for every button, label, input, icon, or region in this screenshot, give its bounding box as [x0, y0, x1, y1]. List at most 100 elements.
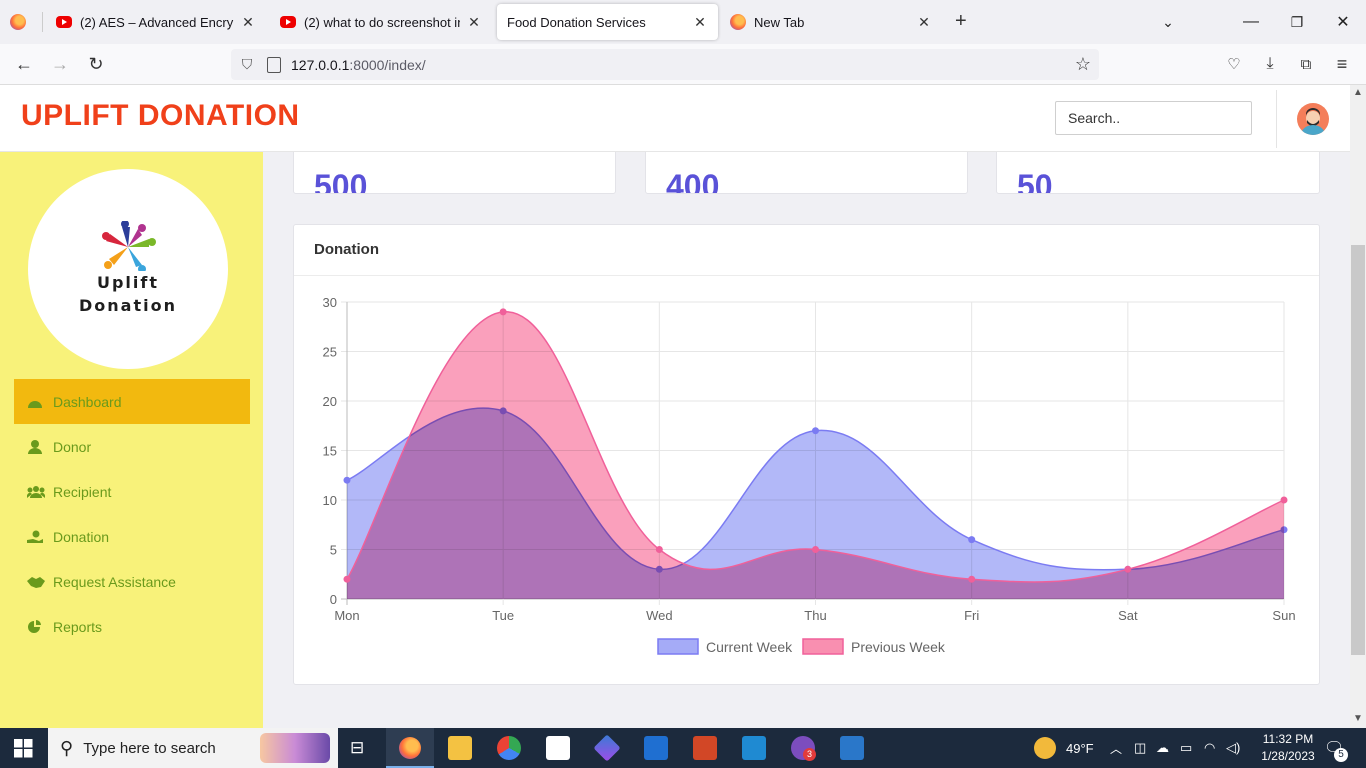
- legend-label: Current Week: [706, 639, 793, 655]
- y-tick-label: 0: [330, 592, 337, 607]
- viber-icon[interactable]: 3: [791, 736, 816, 761]
- logo-text-line1: Uplift: [96, 273, 160, 292]
- stat-value: 400: [666, 168, 720, 194]
- reload-icon[interactable]: ↻: [82, 50, 110, 78]
- restore-icon[interactable]: ❐: [1274, 0, 1320, 44]
- sidebar-item-recipient[interactable]: Recipient: [14, 469, 250, 514]
- browser-nav-bar: ← → ↻ ⛉ 127.0.0.1:8000/index/ ☆ ♡ ⤓ ⧉ ≡: [0, 44, 1366, 85]
- weather-moon-icon: [1034, 737, 1056, 759]
- youtube-icon: [56, 16, 72, 28]
- tracking-protection-icon[interactable]: ⛉: [239, 56, 255, 73]
- taskbar-search-box[interactable]: ⚲ Type here to search: [48, 728, 338, 768]
- battery-icon[interactable]: ▭: [1180, 728, 1192, 768]
- y-tick-label: 20: [323, 394, 337, 409]
- weather-widget[interactable]: 49°F: [1034, 728, 1094, 768]
- notification-count-badge: 5: [1334, 748, 1348, 762]
- tab-list-chevron-icon[interactable]: ⌄: [1145, 0, 1191, 44]
- dashboard-icon: [27, 395, 43, 409]
- browser-tab-1[interactable]: (2) AES – Advanced Encryption ✕: [46, 4, 266, 40]
- x-tick-label: Sat: [1118, 608, 1138, 623]
- y-tick-label: 25: [323, 345, 337, 360]
- sidebar-item-dashboard[interactable]: Dashboard: [14, 379, 250, 424]
- minimize-icon[interactable]: —: [1228, 0, 1274, 44]
- sidebar-item-donation[interactable]: Donation: [14, 514, 250, 559]
- data-point: [499, 308, 507, 316]
- top-header: UPLIFT DONATION: [0, 85, 1350, 152]
- scroll-up-icon[interactable]: ▲: [1353, 87, 1363, 98]
- user-icon: [27, 439, 43, 454]
- scroll-down-icon[interactable]: ▼: [1353, 713, 1363, 724]
- data-point: [1280, 496, 1288, 504]
- y-tick-label: 5: [330, 543, 337, 558]
- extensions-icon[interactable]: ⧉: [1292, 50, 1320, 78]
- tab-close-icon[interactable]: ✕: [916, 14, 932, 31]
- chart-card-title: Donation: [314, 241, 379, 258]
- close-window-icon[interactable]: ✕: [1320, 0, 1366, 44]
- sidebar-item-request-assistance[interactable]: Request Assistance: [14, 559, 250, 604]
- y-tick-label: 15: [323, 444, 337, 459]
- search-input[interactable]: [1055, 101, 1252, 135]
- photos-icon[interactable]: [840, 736, 864, 760]
- tab-close-icon[interactable]: ✕: [466, 14, 482, 31]
- tab-close-icon[interactable]: ✕: [240, 14, 256, 31]
- viber-badge: 3: [803, 748, 816, 761]
- brand-title[interactable]: UPLIFT DONATION: [21, 99, 300, 133]
- donation-area-chart: 0 5 10 15 20 25 30 Mon Tue Wed Thu Fri Sat Sun Current…: [323, 295, 1296, 655]
- page-viewport: 500 400 50 Donation 0 5 10 15 20 25 30 Mon Tue We…: [0, 85, 1350, 728]
- x-tick-label: Thu: [804, 608, 826, 623]
- firefox-menu-icon[interactable]: [10, 14, 26, 30]
- search-icon: ⚲: [60, 737, 74, 758]
- vscode-icon[interactable]: [742, 736, 766, 760]
- app-menu-icon[interactable]: ≡: [1328, 50, 1356, 78]
- url-bar[interactable]: ⛉ 127.0.0.1:8000/index/ ☆: [231, 49, 1099, 80]
- edge-icon[interactable]: [497, 736, 521, 760]
- tray-chevron-icon[interactable]: ︿: [1110, 728, 1122, 768]
- mail-icon[interactable]: [644, 736, 668, 760]
- browser-tab-2[interactable]: (2) what to do screenshot in lap ✕: [270, 4, 492, 40]
- youtube-icon: [280, 16, 296, 28]
- data-point: [968, 536, 976, 544]
- onedrive-icon[interactable]: ☁: [1156, 728, 1169, 768]
- store-icon[interactable]: [546, 736, 570, 760]
- data-point: [1124, 565, 1132, 573]
- bookmark-star-icon[interactable]: ☆: [1075, 54, 1091, 75]
- logo: Uplift Donation: [28, 169, 228, 369]
- y-tick-label: 30: [323, 295, 337, 310]
- powerpoint-icon[interactable]: [693, 736, 717, 760]
- pocket-icon[interactable]: ♡: [1220, 50, 1248, 78]
- data-point: [655, 546, 663, 553]
- page-scrollbar[interactable]: ▲ ▼: [1350, 85, 1366, 728]
- sidebar-item-reports[interactable]: Reports: [14, 604, 250, 649]
- search-highlight-icon: [260, 733, 330, 763]
- windows-start-icon[interactable]: [14, 739, 33, 763]
- browser-tab-3[interactable]: Food Donation Services ✕: [497, 4, 718, 40]
- x-tick-label: Wed: [646, 608, 673, 623]
- taskbar-firefox[interactable]: [386, 728, 434, 768]
- back-icon[interactable]: ←: [10, 50, 38, 78]
- copilot-icon[interactable]: [593, 734, 621, 762]
- taskbar-clock[interactable]: 11:32 PM 1/28/2023: [1253, 731, 1323, 765]
- forward-icon[interactable]: →: [46, 50, 74, 78]
- tab-close-icon[interactable]: ✕: [692, 14, 708, 31]
- scrollbar-thumb[interactable]: [1351, 245, 1365, 655]
- wifi-icon[interactable]: ◠: [1204, 728, 1215, 768]
- avatar[interactable]: [1297, 103, 1329, 135]
- legend-swatch: [802, 638, 844, 655]
- meet-icon[interactable]: ◫: [1134, 728, 1146, 768]
- browser-tab-4[interactable]: New Tab ✕: [720, 4, 942, 40]
- downloads-icon[interactable]: ⤓: [1256, 50, 1284, 78]
- uplift-logo-icon: [102, 221, 156, 271]
- x-tick-label: Fri: [964, 608, 979, 623]
- stat-value: 50: [1017, 168, 1053, 194]
- data-point: [343, 476, 351, 484]
- volume-icon[interactable]: ◁): [1226, 728, 1240, 768]
- sidebar-item-donor[interactable]: Donor: [14, 424, 250, 469]
- x-tick-label: Mon: [334, 608, 359, 623]
- data-point: [968, 575, 976, 583]
- legend-swatch: [657, 638, 699, 655]
- file-explorer-icon[interactable]: [448, 736, 472, 760]
- new-tab-icon[interactable]: +: [955, 10, 967, 33]
- sidebar: Uplift Donation Dashboard Donor Recipien…: [0, 152, 263, 728]
- task-view-icon[interactable]: ⊟: [350, 738, 364, 758]
- data-point: [343, 575, 351, 583]
